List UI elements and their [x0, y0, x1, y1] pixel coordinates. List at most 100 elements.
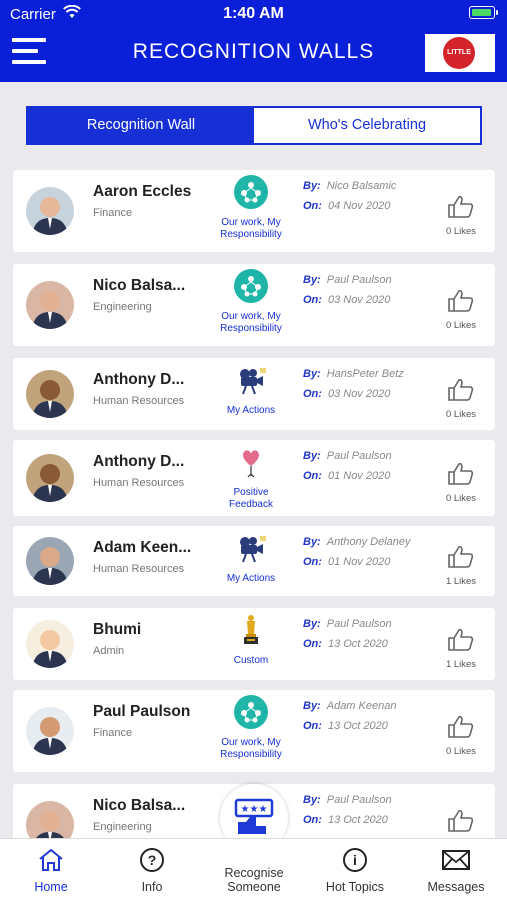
badge-label-line2: Feedback [229, 499, 273, 510]
envelope-icon [442, 850, 470, 870]
recipient-name[interactable]: Paul Paulson [93, 703, 208, 721]
recipient-department: Admin [93, 645, 125, 657]
avatar [26, 801, 74, 838]
avatar [26, 620, 74, 668]
trophy-icon [244, 615, 258, 644]
recipient-name[interactable]: Nico Balsa... [93, 277, 208, 295]
info-icon: i [343, 848, 367, 872]
recipient-department: Human Resources [93, 563, 185, 575]
given-on: On: 13 Oct 2020 [303, 638, 388, 650]
badge[interactable]: Our work, My Responsibility [218, 694, 284, 761]
like-button[interactable]: 0 Likes [441, 289, 481, 331]
badge-label-line1: Positive [233, 487, 269, 498]
recognise-someone-label[interactable]: Recognise Someone [204, 866, 304, 894]
clock: 1:40 AM [223, 5, 284, 22]
given-by: By: Paul Paulson [303, 618, 392, 630]
recipient-department: Finance [93, 207, 133, 219]
like-button[interactable]: 0 Likes [441, 195, 481, 237]
like-button[interactable]: 0 Likes [441, 462, 481, 504]
svg-text:?: ? [148, 852, 157, 868]
recognition-card[interactable]: Aaron Eccles Finance Our work, My Responsib… [13, 170, 495, 252]
recipient-name[interactable]: Bhumi [93, 621, 208, 639]
like-count: 1 Likes [445, 659, 477, 670]
tab-home-label: Home [34, 880, 68, 894]
thumbs-up-icon [448, 545, 474, 568]
status-bar: Carrier 1:40 AM [0, 0, 507, 28]
avatar [26, 454, 74, 502]
thumbs-up-icon [448, 195, 474, 218]
badge[interactable]: Our work, My Responsibility [218, 174, 284, 241]
recipient-department: Finance [93, 727, 133, 739]
given-on: On: 03 Nov 2020 [303, 388, 391, 400]
given-by: By: HansPeter Betz [303, 368, 404, 380]
like-button[interactable]: 1 Likes [441, 628, 481, 670]
badge-label-line1: Our work, My [221, 737, 281, 748]
logo-icon: LITTLE [443, 37, 475, 69]
thumbs-up-icon [448, 462, 474, 485]
recipient-name[interactable]: Nico Balsa... [93, 797, 208, 815]
like-button[interactable]: 0 Likes [441, 809, 481, 838]
tab-home[interactable]: Home [11, 847, 91, 894]
tab-messages[interactable]: Messages [416, 847, 496, 894]
given-by: By: Adam Keenan [303, 700, 397, 712]
given-by: By: Paul Paulson [303, 274, 392, 286]
recipient-name[interactable]: Aaron Eccles [93, 183, 208, 201]
team-icon [234, 175, 268, 209]
tab-info-label: Info [141, 880, 163, 894]
camera-icon [240, 368, 266, 395]
given-on: On: 01 Nov 2020 [303, 556, 391, 568]
like-count: 0 Likes [445, 746, 477, 757]
given-by: By: Paul Paulson [303, 794, 392, 806]
team-icon [234, 269, 268, 303]
badge-label-line1: My Actions [226, 573, 276, 584]
recipient-name[interactable]: Anthony D... [93, 371, 208, 389]
thumbs-up-icon [448, 289, 474, 312]
avatar [26, 707, 74, 755]
given-on: On: 04 Nov 2020 [303, 200, 391, 212]
given-by: By: Nico Balsamic [303, 180, 397, 192]
tab-recognition-wall[interactable]: Recognition Wall [28, 108, 254, 143]
like-button[interactable]: 0 Likes [441, 378, 481, 420]
avatar [26, 281, 74, 329]
tab-hot-topics-label: Hot Topics [325, 880, 385, 894]
tab-info[interactable]: ? Info [112, 847, 192, 894]
badge-label-line1: Custom [233, 655, 269, 666]
badge[interactable]: My Actions [218, 530, 284, 585]
recognition-card[interactable]: Nico Balsa... Engineering Our work, My Resp… [13, 264, 495, 346]
badge-label-line1: Our work, My [221, 311, 281, 322]
company-logo: LITTLE [425, 34, 495, 72]
recognition-card[interactable]: Anthony D... Human Resources My Actions By:… [13, 358, 495, 430]
recognition-card[interactable]: Anthony D... Human Resources Positive Feedb… [13, 440, 495, 516]
badge[interactable]: Positive Feedback [218, 444, 284, 511]
recognition-list[interactable]: Aaron Eccles Finance Our work, My Responsib… [0, 168, 507, 838]
recognition-card[interactable]: Paul Paulson Finance Our work, My Responsib… [13, 690, 495, 772]
home-icon [39, 848, 63, 871]
recognition-card[interactable]: Bhumi Admin Custom By: Paul Paulson On: 13 Oct… [13, 608, 495, 680]
camera-icon [240, 536, 266, 563]
like-button[interactable]: 1 Likes [441, 545, 481, 587]
tab-hot-topics[interactable]: i Hot Topics [315, 847, 395, 894]
badge[interactable]: Custom [218, 612, 284, 667]
tab-whos-celebrating[interactable]: Who's Celebrating [254, 108, 480, 143]
recipient-name[interactable]: Adam Keen... [93, 539, 208, 557]
like-button[interactable]: 0 Likes [441, 715, 481, 757]
badge-label-line2: Responsibility [220, 323, 282, 334]
given-on: On: 13 Oct 2020 [303, 814, 388, 826]
svg-text:i: i [353, 852, 357, 868]
thumbs-up-icon [448, 809, 474, 832]
badge[interactable]: Our work, My Responsibility [218, 268, 284, 335]
heart-icon [243, 450, 259, 478]
given-on: On: 13 Oct 2020 [303, 720, 388, 732]
thumbs-up-icon [448, 715, 474, 738]
like-count: 0 Likes [445, 493, 477, 504]
svg-text:★★★: ★★★ [241, 804, 268, 815]
recognition-card[interactable]: Adam Keen... Human Resources My Actions By:… [13, 526, 495, 596]
like-count: 0 Likes [445, 226, 477, 237]
badge-label-line2: Responsibility [220, 229, 282, 240]
recipient-department: Engineering [93, 821, 152, 833]
like-count: 0 Likes [445, 320, 477, 331]
segmented-tabs: Recognition Wall Who's Celebrating [26, 106, 482, 145]
recipient-name[interactable]: Anthony D... [93, 453, 208, 471]
badge[interactable]: My Actions [218, 362, 284, 417]
app-header: Carrier 1:40 AM RECOGNITION WALLS LITTLE [0, 0, 507, 82]
